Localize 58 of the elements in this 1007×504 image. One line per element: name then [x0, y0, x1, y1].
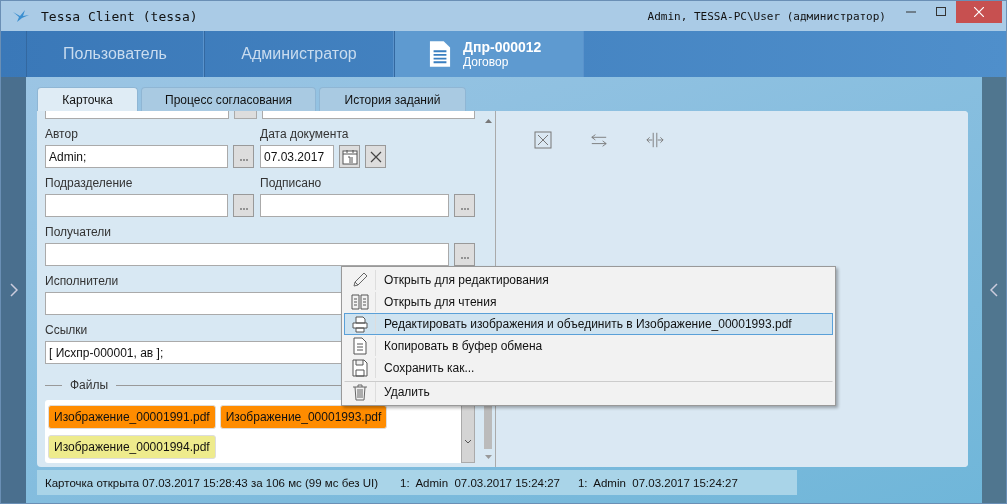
- field-label: Дата документа: [260, 126, 349, 142]
- file-tag[interactable]: Изображение_00001993.pdf: [219, 405, 388, 429]
- document-type: Договор: [463, 55, 510, 69]
- clear-button[interactable]: [365, 145, 386, 168]
- field-label: Подписано: [260, 175, 322, 191]
- file-tag[interactable]: Изображение_00001991.pdf: [48, 405, 216, 429]
- menu-item[interactable]: Открыть для редактирования: [344, 269, 833, 291]
- close-preview-icon[interactable]: [534, 131, 552, 149]
- chevron-right-icon[interactable]: [9, 283, 18, 297]
- tab[interactable]: Карточка: [37, 87, 138, 111]
- browse-button[interactable]: [454, 243, 475, 266]
- field-label: Исполнители: [45, 273, 119, 289]
- browse-button[interactable]: [454, 194, 475, 217]
- menu-item[interactable]: Удалить: [344, 381, 833, 403]
- section-title: Файлы: [70, 378, 109, 392]
- document-icon: [429, 39, 451, 69]
- swap-arrows-icon[interactable]: [590, 131, 608, 149]
- browse-button[interactable]: [233, 194, 254, 217]
- maximize-icon: [936, 7, 946, 17]
- user-name: Admin, TESSA-PC\User (администратор): [647, 9, 886, 23]
- pencil-icon: [351, 271, 369, 289]
- tab[interactable]: Процесс согласования: [141, 87, 316, 111]
- menu-item[interactable]: Открыть для чтения: [344, 291, 833, 313]
- field-label: Подразделение: [45, 175, 133, 191]
- input-field[interactable]: [261, 111, 475, 119]
- trash-icon: [351, 383, 369, 401]
- status-text: 1: Admin 07.03.2017 15:24:27: [577, 476, 738, 489]
- document-title: Дпр-000012: [463, 39, 542, 55]
- close-icon: [369, 150, 382, 163]
- input-field[interactable]: [260, 194, 449, 217]
- book-icon: [351, 293, 369, 311]
- file-tag[interactable]: Изображение_00001994.pdf: [48, 435, 216, 459]
- window-title: Tessa Client (tessa): [41, 8, 198, 24]
- status-text: Карточка открыта 07.03.2017 15:28:43 за 106 мс (99 мс без UI): [45, 476, 379, 489]
- field-label: Получатели: [45, 224, 112, 240]
- input-field[interactable]: [45, 111, 229, 119]
- status-text: 1: Admin 07.03.2017 15:24:27: [400, 476, 560, 489]
- calendar-button[interactable]: [339, 145, 360, 168]
- browse-button[interactable]: [233, 111, 257, 119]
- calendar-icon: [341, 148, 358, 165]
- field-label: Автор: [45, 126, 78, 142]
- close-icon: [974, 7, 984, 17]
- chevron-left-icon[interactable]: [990, 283, 998, 297]
- scroll-down-icon[interactable]: [484, 455, 492, 459]
- scroll-up-icon[interactable]: [484, 119, 492, 123]
- field-label: Ссылки: [45, 322, 88, 338]
- document-icon: [351, 337, 369, 355]
- menu-item[interactable]: Редактировать изображения и объединить в Изображение_00001993.pdf: [344, 313, 833, 335]
- input-field[interactable]: [45, 243, 449, 266]
- chevron-down-icon: [464, 439, 472, 444]
- browse-button[interactable]: [233, 145, 254, 168]
- split-icon[interactable]: [646, 131, 664, 149]
- bird-icon: [13, 10, 29, 22]
- input-field[interactable]: 07.03.2017: [260, 145, 334, 168]
- input-field[interactable]: [45, 194, 228, 217]
- tab[interactable]: История заданий: [319, 87, 466, 111]
- input-field[interactable]: Admin;: [45, 145, 228, 168]
- printer-icon: [351, 315, 369, 333]
